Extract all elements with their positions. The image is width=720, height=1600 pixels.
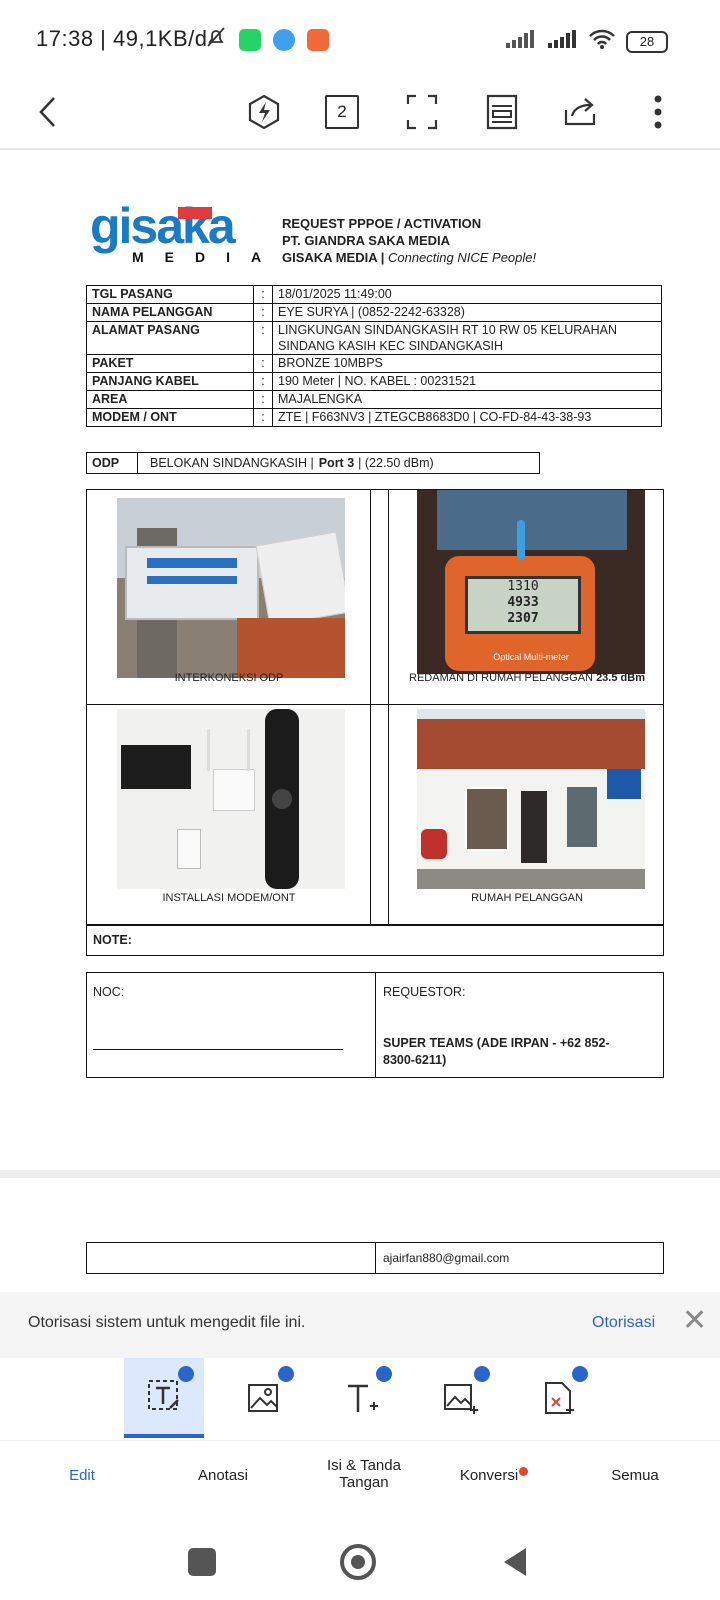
recent-apps-button[interactable] bbox=[188, 1548, 216, 1576]
notification-icons bbox=[205, 26, 329, 53]
authorize-button[interactable]: Otorisasi bbox=[592, 1314, 655, 1332]
tab-isi-tanda-tangan[interactable]: Isi & Tanda Tangan bbox=[304, 1457, 424, 1491]
page-separator bbox=[0, 1170, 720, 1178]
add-page-tool[interactable] bbox=[518, 1358, 598, 1438]
reading-mode-button[interactable] bbox=[480, 90, 524, 134]
wifi-icon bbox=[588, 28, 616, 55]
edit-image-icon bbox=[248, 1384, 278, 1412]
tab-konversi[interactable]: Konversi bbox=[434, 1467, 554, 1484]
viewer-toolbar: 2 bbox=[0, 80, 720, 150]
page2-table: ajairfan880@gmail.com bbox=[86, 1242, 664, 1274]
shop-icon bbox=[307, 28, 329, 51]
bell-muted-icon bbox=[205, 26, 227, 53]
back-nav-button[interactable] bbox=[502, 1546, 528, 1583]
table-row: PANJANG KABEL:190 Meter | NO. KABEL : 00… bbox=[86, 372, 662, 391]
table-row: MODEM / ONT: ZTE | F663NV3 | ZTEGCB8683D0… bbox=[86, 408, 662, 427]
add-image-icon bbox=[444, 1384, 478, 1414]
edit-text-icon bbox=[148, 1380, 179, 1410]
premium-badge-icon bbox=[572, 1366, 588, 1382]
add-page-icon bbox=[545, 1382, 574, 1414]
meter-display: 1310 4933 2307 bbox=[465, 576, 581, 634]
share-button[interactable] bbox=[558, 90, 602, 134]
banner-message: Otorisasi sistem untuk mengedit file ini… bbox=[28, 1314, 306, 1331]
note-row: NOTE: bbox=[86, 924, 664, 956]
signature-block: NOC: REQUESTOR: SUPER TEAMS (ADE IRPAN -… bbox=[86, 972, 664, 1078]
edit-tools-row bbox=[0, 1358, 720, 1438]
authorization-banner: Otorisasi sistem untuk mengedit file ini… bbox=[0, 1292, 720, 1358]
premium-badge-icon bbox=[474, 1366, 490, 1382]
caption-redaman: REDAMAN DI RUMAH PELANGGAN 23.5 dBm bbox=[409, 672, 645, 684]
page-count: 2 bbox=[325, 95, 359, 129]
noc-label: NOC: bbox=[93, 985, 125, 999]
status-bar: 17:38 | 49,1KB/d 28 bbox=[0, 0, 720, 80]
logo-sub: MEDIA bbox=[132, 249, 283, 265]
battery-icon: 28 bbox=[626, 30, 668, 53]
logo-red-mark bbox=[178, 207, 212, 219]
header-line-1: REQUEST PPPOE / ACTIVATION bbox=[282, 216, 482, 231]
caption-modem: INSTALLASI MODEM/ONT bbox=[162, 892, 296, 904]
system-icons: 28 bbox=[504, 28, 668, 55]
tab-anotasi[interactable]: Anotasi bbox=[163, 1467, 283, 1484]
whatsapp-icon bbox=[239, 28, 261, 51]
status-time: 17:38 | 49,1KB/d bbox=[36, 26, 208, 51]
gisaka-logo: gisaka MEDIA bbox=[90, 198, 270, 265]
signature-line bbox=[93, 1049, 343, 1050]
add-image-tool[interactable] bbox=[420, 1358, 500, 1438]
odp-power: | (22.50 dBm) bbox=[358, 456, 434, 470]
bottom-tabs: Edit Anotasi Isi & Tanda Tangan Konversi… bbox=[0, 1440, 720, 1531]
home-button[interactable] bbox=[340, 1544, 376, 1580]
odp-row: ODP BELOKAN SINDANGKASIH | Port 3 | (22.… bbox=[86, 452, 540, 474]
tab-edit[interactable]: Edit bbox=[22, 1467, 142, 1484]
photo-grid: INTERKONEKSI ODP 1310 4933 2307 Optical … bbox=[86, 489, 664, 926]
note-label: NOTE: bbox=[93, 933, 132, 947]
page2-email: ajairfan880@gmail.com bbox=[383, 1251, 510, 1265]
table-row: AREA: MAJALENGKA bbox=[86, 390, 662, 409]
table-row: ALAMAT PASANG: LINGKUNGAN SINDANGKASIH RT… bbox=[86, 321, 662, 355]
modem-photo bbox=[117, 709, 345, 889]
signal-icon bbox=[504, 29, 536, 54]
logo-text: gisaka bbox=[90, 198, 236, 254]
notification-dot bbox=[519, 1467, 529, 1476]
back-button[interactable] bbox=[26, 90, 70, 134]
page-count-button[interactable]: 2 bbox=[320, 90, 364, 134]
ai-lightning-button[interactable] bbox=[242, 90, 286, 134]
customer-info-table: TGL PASANG:18/01/2025 11:49:00 NAMA PELA… bbox=[86, 285, 662, 427]
odp-port: Port 3 bbox=[318, 456, 355, 470]
premium-badge-icon bbox=[376, 1366, 392, 1382]
table-row: NAMA PELANGGAN: EYE SURYA | (0852-2242-63… bbox=[86, 303, 662, 322]
document-header: REQUEST PPPOE / ACTIVATION PT. GIANDRA S… bbox=[282, 215, 536, 266]
requestor-label: REQUESTOR: bbox=[383, 985, 466, 999]
edit-image-tool[interactable] bbox=[224, 1358, 304, 1438]
browser-icon bbox=[273, 28, 295, 51]
signal-icon-2 bbox=[546, 29, 578, 54]
table-row: TGL PASANG:18/01/2025 11:49:00 bbox=[86, 285, 662, 304]
premium-badge-icon bbox=[178, 1366, 194, 1382]
odp-value: BELOKAN SINDANGKASIH | bbox=[150, 456, 314, 470]
caption-odp: INTERKONEKSI ODP bbox=[174, 672, 284, 684]
tab-semua[interactable]: Semua bbox=[575, 1467, 695, 1484]
premium-badge-icon bbox=[278, 1366, 294, 1382]
odp-photo bbox=[117, 498, 345, 678]
edit-text-tool[interactable] bbox=[124, 1358, 204, 1438]
meter-photo: 1310 4933 2307 Optical Multi-meter bbox=[417, 490, 645, 674]
fullscreen-button[interactable] bbox=[400, 90, 444, 134]
house-photo bbox=[417, 709, 645, 889]
header-line-3: GISAKA MEDIA | Connecting NICE People! bbox=[282, 250, 537, 265]
more-options-button[interactable] bbox=[636, 90, 680, 134]
close-icon[interactable]: ✕ bbox=[682, 1306, 707, 1336]
add-text-icon bbox=[348, 1384, 378, 1412]
table-row: PAKET: BRONZE 10MBPS bbox=[86, 354, 662, 373]
odp-label: ODP bbox=[87, 453, 138, 473]
caption-house: RUMAH PELANGGAN bbox=[471, 892, 583, 904]
system-nav-bar bbox=[0, 1530, 720, 1600]
header-line-2: PT. GIANDRA SAKA MEDIA bbox=[282, 233, 451, 248]
requestor-name: SUPER TEAMS (ADE IRPAN - +62 852-8300-62… bbox=[383, 1036, 610, 1067]
add-text-tool[interactable] bbox=[322, 1358, 402, 1438]
